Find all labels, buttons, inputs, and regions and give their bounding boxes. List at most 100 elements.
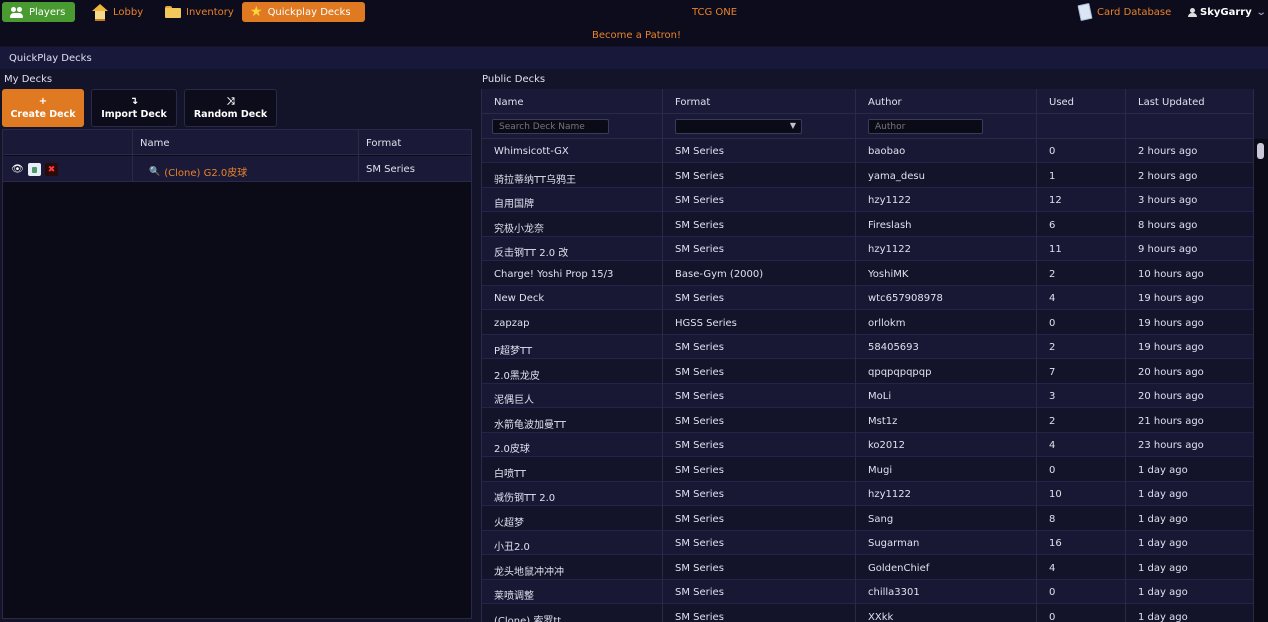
deck-author: Sugarman (868, 538, 920, 549)
eye-icon[interactable]: 👁 (11, 163, 24, 176)
deck-author: XXkk (868, 611, 894, 622)
deck-format: SM Series (675, 219, 724, 231)
table-row[interactable]: zapzap HGSS Series orllokm 0 19 hours ago (482, 310, 1254, 335)
shuffle-icon: ⤨ (226, 95, 235, 107)
user-icon (1188, 8, 1197, 17)
table-row[interactable]: 小丑2.0 SM Series Sugarman 16 1 day ago (482, 531, 1254, 555)
deck-format: SM Series (675, 170, 724, 182)
table-row[interactable]: 2.0皮球 SM Series ko2012 4 23 hours ago (482, 433, 1254, 457)
deck-author: hzy1122 (868, 195, 911, 206)
my-deck-row[interactable]: 👁 ✖ 🔍 (Clone) G2.0皮球 SM Series (3, 156, 471, 182)
create-deck-label: Create Deck (10, 108, 76, 120)
table-row[interactable]: 泥偶巨人 SM Series MoLi 3 20 hours ago (482, 384, 1254, 408)
format-filter-select[interactable]: ▼ (675, 119, 802, 134)
deck-last-updated: 1 day ago (1138, 538, 1188, 549)
table-row[interactable]: P超梦TT SM Series 58405693 2 19 hours ago (482, 335, 1254, 359)
site-title: TCG ONE (692, 7, 738, 18)
create-deck-button[interactable]: + Create Deck (2, 89, 84, 127)
deck-last-updated: 1 day ago (1138, 489, 1188, 500)
nav-lobby-label: Lobby (113, 6, 144, 18)
table-row[interactable]: 究极小龙奈 SM Series Fireslash 6 8 hours ago (482, 212, 1254, 237)
nav-players-label: Players (29, 6, 66, 18)
chevron-down-icon: ⌄ (1255, 7, 1267, 18)
column-divider (1036, 89, 1037, 622)
deck-used: 2 (1049, 342, 1056, 353)
plus-icon: + (38, 95, 48, 107)
deck-name: 莱喷调整 (494, 591, 534, 602)
deck-author: wtc657908978 (868, 293, 943, 304)
import-deck-button[interactable]: ↴ Import Deck (91, 89, 177, 127)
delete-icon[interactable]: ✖ (45, 163, 58, 176)
nav-quickplay-button[interactable]: ★ Quickplay Decks (242, 2, 365, 22)
my-decks-format-header[interactable]: Format (366, 138, 401, 149)
table-row[interactable]: 减伤钢TT 2.0 SM Series hzy1122 10 1 day ago (482, 482, 1254, 506)
copy-icon[interactable] (28, 163, 41, 176)
deck-name: 龙头地鼠冲冲冲 (494, 566, 564, 578)
table-row[interactable]: 骑拉蒂纳TT乌鸦王 SM Series yama_desu 1 2 hours ago (482, 163, 1254, 188)
deck-name: zapzap (494, 317, 530, 329)
table-row[interactable]: 白喷TT SM Series Mugi 0 1 day ago (482, 457, 1254, 482)
table-row[interactable]: 反击钢TT 2.0 改 SM Series hzy1122 11 9 hours ago (482, 237, 1254, 261)
deck-author: Sang (868, 513, 894, 525)
header-format[interactable]: Format (675, 97, 710, 108)
nav-inventory-button[interactable]: Inventory (157, 2, 239, 22)
table-row[interactable]: 火超梦 SM Series Sang 8 1 day ago (482, 506, 1254, 531)
import-deck-label: Import Deck (101, 108, 167, 120)
table-row[interactable]: 龙头地鼠冲冲冲 SM Series GoldenChief 4 1 day ago (482, 555, 1254, 580)
deck-name-search-input[interactable] (492, 119, 609, 134)
header-last-updated[interactable]: Last Updated (1138, 97, 1205, 108)
header-author[interactable]: Author (868, 97, 902, 108)
header-name[interactable]: Name (494, 97, 524, 108)
my-deck-format: SM Series (366, 164, 415, 175)
my-deck-name[interactable]: 🔍 (Clone) G2.0皮球 (149, 164, 247, 180)
nav-lobby-button[interactable]: Lobby (84, 2, 152, 22)
deck-last-updated: 21 hours ago (1138, 415, 1204, 427)
table-row[interactable]: 自用国牌 SM Series hzy1122 12 3 hours ago (482, 188, 1254, 212)
my-decks-name-header[interactable]: Name (140, 138, 170, 149)
table-row[interactable]: 莱喷调整 SM Series chilla3301 0 1 day ago (482, 580, 1254, 604)
deck-format: SM Series (675, 538, 724, 549)
table-row[interactable]: (Clone) 索罗tt SM Series XXkk 0 1 day ago (482, 604, 1254, 622)
header-used[interactable]: Used (1049, 97, 1074, 108)
deck-format: SM Series (675, 293, 724, 304)
deck-used: 1 (1049, 170, 1056, 182)
deck-used: 0 (1049, 317, 1056, 329)
nav-players-button[interactable]: Players (2, 2, 75, 22)
table-row[interactable]: 2.0黑龙皮 SM Series qpqpqpqpqp 7 20 hours ago (482, 359, 1254, 384)
table-row[interactable]: New Deck SM Series wtc657908978 4 19 hours a… (482, 286, 1254, 310)
deck-used: 8 (1049, 513, 1056, 525)
deck-name: 2.0黑龙皮 (494, 370, 540, 382)
table-row[interactable]: Whimsicott-GX SM Series baobao 0 2 hours ago (482, 139, 1254, 163)
deck-format: SM Series (675, 587, 724, 598)
my-decks-header: Name Format (3, 130, 471, 155)
deck-name: 泥偶巨人 (494, 395, 534, 406)
card-database-link[interactable]: Card Database (1077, 2, 1171, 22)
deck-name: 反击钢TT 2.0 改 (494, 248, 569, 259)
nav-quickplay-label: Quickplay Decks (267, 6, 351, 18)
deck-format: SM Series (675, 489, 724, 500)
house-icon (92, 4, 108, 21)
deck-used: 16 (1049, 538, 1062, 549)
deck-author: yama_desu (868, 170, 925, 182)
deck-name: 2.0皮球 (494, 444, 530, 455)
scrollbar-thumb[interactable] (1257, 143, 1264, 159)
deck-used: 12 (1049, 195, 1062, 206)
scrollbar[interactable] (1254, 139, 1268, 622)
chevron-down-icon: ▼ (789, 121, 796, 130)
deck-last-updated: 23 hours ago (1138, 440, 1204, 451)
column-divider (358, 130, 359, 182)
table-row[interactable]: 水箭龟波加曼TT SM Series Mst1z 2 21 hours ago (482, 408, 1254, 433)
folder-icon (165, 5, 181, 19)
random-deck-label: Random Deck (193, 108, 268, 120)
random-deck-button[interactable]: ⤨ Random Deck (184, 89, 277, 127)
patron-link[interactable]: Become a Patron! (592, 30, 681, 41)
deck-format: SM Series (675, 391, 724, 402)
public-decks-table: Name Format Author Used Last Updated ▼ W… (481, 89, 1268, 622)
deck-author: Mugi (868, 464, 893, 476)
table-row[interactable]: Charge! Yoshi Prop 15/3 Base-Gym (2000) Yo… (482, 261, 1254, 286)
deck-last-updated: 20 hours ago (1138, 391, 1204, 402)
public-decks-header: Name Format Author Used Last Updated (482, 89, 1254, 114)
author-search-input[interactable] (868, 119, 983, 134)
user-menu[interactable]: SkyGarry ⌄ (1188, 7, 1267, 18)
deck-used: 2 (1049, 415, 1056, 427)
